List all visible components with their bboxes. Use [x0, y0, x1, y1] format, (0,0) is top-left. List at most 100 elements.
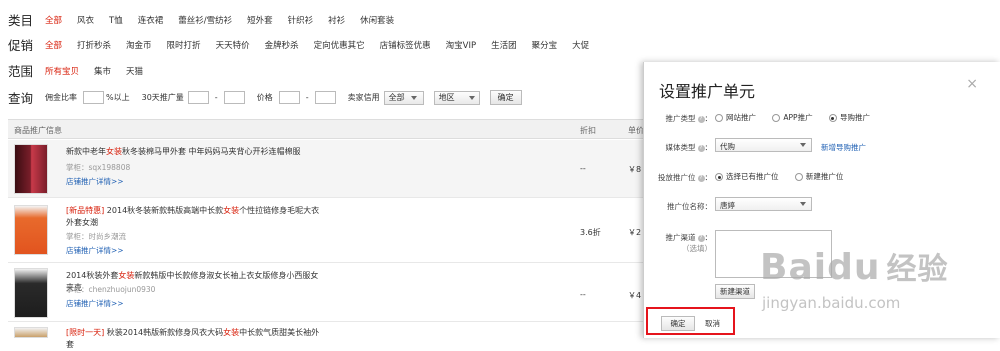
price-min-input[interactable] [278, 91, 300, 104]
promotion-option-all[interactable]: 全部 [45, 39, 62, 51]
promo-type-radio-group: 网站推广 APP推广 导购推广 [715, 112, 884, 123]
region-value: 地区 [438, 93, 455, 102]
help-icon[interactable]: ? [697, 115, 705, 123]
radio-label: 新建推广位 [805, 172, 844, 181]
scope-option-all[interactable]: 所有宝贝 [45, 65, 79, 77]
header-discount: 折扣 [580, 126, 596, 135]
slot-name-label: 推广位名称： [667, 202, 712, 211]
help-icon[interactable]: ? [697, 174, 705, 182]
category-option[interactable]: 风衣 [77, 14, 94, 26]
product-title[interactable]: 新款中老年女装秋冬装棉马甲外套 中年妈妈马夹背心开衫连帽棉服 [66, 146, 326, 158]
product-title[interactable]: [新品特惠] 2014秋冬装新款韩版高端中长款女装个性拉链修身毛呢大衣外套女潮 [66, 205, 326, 229]
scope-option[interactable]: 天猫 [126, 65, 143, 77]
header-price: 单价 [628, 126, 644, 135]
title-text: 2014秋装外套 [66, 271, 119, 280]
commission-label: 佣金比率 [45, 93, 77, 102]
new-channel-button[interactable]: 新建渠道 [715, 284, 755, 299]
chevron-down-icon [800, 143, 806, 147]
shop-promo-link[interactable]: 店铺推广详情>> [66, 176, 124, 187]
promo-type-label: 推广类型?： [665, 114, 713, 123]
table-row[interactable]: [限时一天] 秋装2014韩版新款修身风衣大码女装中长款气质甜美长袖外套 [8, 323, 688, 349]
radio-selected-icon [715, 173, 723, 181]
title-tag: [限时一天] [66, 328, 105, 337]
category-option[interactable]: 休闲套装 [360, 14, 394, 26]
product-thumbnail[interactable] [14, 205, 48, 255]
category-option[interactable]: 衬衫 [328, 14, 345, 26]
commission-input[interactable] [83, 91, 104, 104]
close-icon[interactable]: × [966, 76, 978, 92]
channel-label: 推广渠道?： [665, 233, 713, 242]
highlight-box [646, 307, 735, 335]
sales-min-input[interactable] [187, 91, 209, 104]
product-thumbnail[interactable] [14, 327, 48, 338]
table-row[interactable]: [新品特惠] 2014秋冬装新款韩版高端中长款女装个性拉链修身毛呢大衣外套女潮 … [8, 199, 688, 263]
media-type-select[interactable]: 代购 [715, 138, 812, 152]
sales-max-input[interactable] [223, 91, 245, 104]
scope-filter-row: 范围 所有宝贝 集市 天猫 [8, 61, 158, 80]
category-filter-row: 类目 全部 风衣 T恤 连衣裙 蕾丝衫/雪纺衫 短外套 针织衫 衬衫 休闲套装 [8, 10, 409, 29]
promotion-option[interactable]: 店铺标签优惠 [380, 39, 431, 51]
watermark-brand-cn: 经验 [886, 252, 949, 287]
promotion-option[interactable]: 大促 [572, 39, 589, 51]
radio-web-promo[interactable]: 网站推广 [715, 113, 756, 122]
category-option[interactable]: 连衣裙 [138, 14, 164, 26]
radio-new-slot[interactable]: 新建推广位 [794, 172, 844, 181]
scope-option[interactable]: 集市 [94, 65, 111, 77]
slot-radio-group: 选择已有推广位 新建推广位 [715, 171, 857, 182]
category-option[interactable]: 短外套 [247, 14, 273, 26]
category-option[interactable]: 针织衫 [288, 14, 314, 26]
channel-optional-hint: （选填） [682, 244, 712, 253]
discount-value: -- [580, 290, 586, 299]
radio-shopping-guide-promo[interactable]: 导购推广 [828, 113, 870, 122]
radio-existing-slot[interactable]: 选择已有推广位 [715, 172, 779, 181]
radio-app-promo[interactable]: APP推广 [772, 113, 813, 122]
promotion-option[interactable]: 生活团 [491, 39, 517, 51]
promotion-option[interactable]: 天天特价 [216, 39, 250, 51]
query-row: 查询 佣金比率 %以上 30天推广量 - 价格 - 卖家信用 全部 地区 确定 [8, 88, 522, 107]
product-thumbnail[interactable] [14, 144, 48, 194]
header-product-info: 商品推广信息 [14, 126, 62, 135]
dialog-title: 设置推广单元 [659, 82, 756, 101]
slot-name-select[interactable]: 唐婷 [715, 197, 812, 211]
price-value: ￥8 [628, 165, 642, 174]
category-option-all[interactable]: 全部 [45, 14, 62, 26]
promotion-option[interactable]: 聚分宝 [532, 39, 558, 51]
category-label: 类目 [8, 13, 34, 28]
help-icon[interactable]: ? [697, 234, 705, 242]
price-label: 价格 [256, 93, 273, 102]
table-row[interactable]: 新款中老年女装秋冬装棉马甲外套 中年妈妈马夹背心开衫连帽棉服 掌柜：sqx198… [8, 140, 688, 198]
promotion-option[interactable]: 定向优惠其它 [314, 39, 365, 51]
price-value: ￥4 [628, 291, 642, 300]
category-option[interactable]: T恤 [109, 14, 123, 26]
radio-selected-icon [828, 114, 837, 122]
category-option[interactable]: 蕾丝衫/雪纺衫 [178, 14, 232, 26]
range-separator: - [305, 93, 309, 102]
shop-promo-link[interactable]: 店铺推广详情>> [66, 298, 124, 309]
credit-select[interactable]: 全部 [383, 90, 424, 105]
radio-label: 选择已有推广位 [726, 172, 779, 181]
region-select[interactable]: 地区 [433, 90, 480, 105]
watermark-logo: Baidu 经验 [760, 244, 948, 288]
chevron-down-icon [468, 95, 475, 100]
shop-owner: 掌柜：sqx198808 [66, 163, 131, 172]
promotion-option[interactable]: 限时打折 [167, 39, 201, 51]
sales-label: 30天推广量 [141, 93, 184, 102]
chevron-down-icon [410, 95, 417, 100]
table-row[interactable]: 2014秋装外套女装新款韩版中长款修身淑女长袖上衣女版修身小西服女夹克 掌柜：c… [8, 264, 688, 322]
title-keyword: 女装 [106, 147, 122, 156]
commission-suffix: %以上 [106, 93, 130, 102]
shop-promo-link[interactable]: 店铺推广详情>> [66, 245, 124, 256]
help-icon[interactable]: ? [697, 144, 705, 152]
title-keyword: 女装 [118, 271, 135, 280]
add-shopping-guide-link[interactable]: 新增导购推广 [821, 142, 866, 153]
price-value: ￥2 [628, 228, 642, 237]
promotion-option[interactable]: 淘宝VIP [446, 39, 476, 51]
promotion-option[interactable]: 金牌秒杀 [265, 39, 299, 51]
promotion-option[interactable]: 打折秒杀 [77, 39, 111, 51]
promotion-option[interactable]: 淘金币 [126, 39, 152, 51]
price-max-input[interactable] [314, 91, 336, 104]
radio-label: APP推广 [783, 113, 813, 122]
product-thumbnail[interactable] [14, 268, 48, 318]
query-confirm-button[interactable]: 确定 [489, 90, 522, 105]
product-title[interactable]: [限时一天] 秋装2014韩版新款修身风衣大码女装中长款气质甜美长袖外套 [66, 327, 326, 351]
